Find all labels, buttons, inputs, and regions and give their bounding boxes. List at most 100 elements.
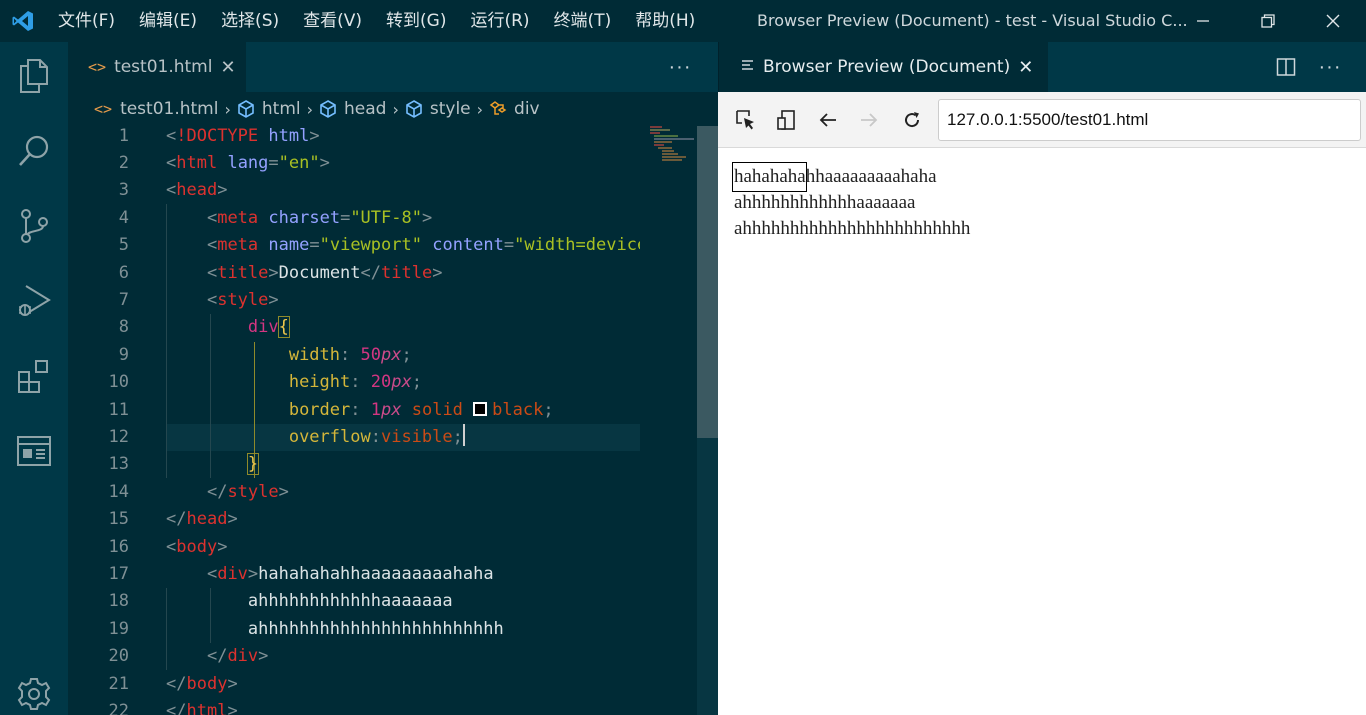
menu-view[interactable]: 查看(V) [291, 0, 374, 42]
chevron-right-icon: › [306, 99, 314, 119]
more-actions-icon[interactable]: ··· [665, 52, 695, 82]
line-number: 8 [118, 317, 129, 337]
breadcrumb: <> test01.html › html › head › style › d… [68, 92, 718, 126]
code-line-3: <head> [166, 180, 228, 200]
menu-run[interactable]: 运行(R) [458, 0, 541, 42]
line-number: 21 [108, 674, 129, 694]
breadcrumb-head[interactable]: head [344, 99, 386, 119]
code-line-13: } [246, 453, 260, 475]
code-lines[interactable]: <!DOCTYPE html> <html lang="en"> <head> … [166, 126, 640, 715]
html-file-icon: <> [94, 100, 113, 118]
browser-preview-content: hahahahahhaaaaaaaaahaha ahhhhhhhhhhhhaaaa… [718, 148, 1366, 715]
menu-selection[interactable]: 选择(S) [209, 0, 291, 42]
menu-file[interactable]: 文件(F) [46, 0, 127, 42]
symbol-class-icon [487, 98, 509, 120]
breadcrumb-html[interactable]: html [262, 99, 301, 119]
url-input[interactable]: 127.0.0.1:5500/test01.html [938, 99, 1361, 141]
code-line-18: ahhhhhhhhhhhhaaaaaaa [247, 591, 453, 611]
close-tab-icon[interactable]: ✕ [1018, 57, 1033, 78]
line-number: 13 [108, 454, 129, 474]
code-line-15: </head> [166, 509, 238, 529]
symbol-element-icon [317, 98, 339, 120]
line-number: 19 [108, 619, 129, 639]
symbol-element-icon [403, 98, 425, 120]
title-bar: 文件(F) 编辑(E) 选择(S) 查看(V) 转到(G) 运行(R) 终端(T… [0, 0, 1366, 42]
rendered-div-text: hahahahahhaaaaaaaaahaha ahhhhhhhhhhhhaaaa… [734, 166, 971, 239]
line-number-gutter: 1 2 3 4 5 6 7 8 9 10 11 12 13 14 15 16 1… [68, 126, 158, 715]
code-line-2: <html lang="en"> [166, 153, 330, 173]
code-line-11: border: 1px solid black; [288, 400, 554, 420]
search-icon[interactable] [14, 131, 54, 171]
menu-go[interactable]: 转到(G) [374, 0, 458, 42]
line-number: 12 [108, 427, 129, 447]
tab-browser-preview[interactable]: Browser Preview (Document) ✕ [719, 42, 1048, 92]
preview-tab-bar: Browser Preview (Document) ✕ ··· [718, 42, 1366, 92]
code-line-12: overflow:visible; [166, 424, 465, 451]
preview-tab-icon [741, 58, 755, 77]
code-line-19: ahhhhhhhhhhhhhhhhhhhhhhhh [247, 619, 504, 639]
more-actions-icon[interactable]: ··· [1315, 52, 1345, 82]
activity-bar [0, 42, 68, 715]
editor-tab-bar: <> test01.html ✕ ··· [68, 42, 718, 92]
window-title: Browser Preview (Document) - test - Visu… [757, 11, 1188, 30]
symbol-element-icon [235, 98, 257, 120]
text-cursor [462, 424, 465, 446]
code-line-5: <meta name="viewport" content="width=dev… [206, 235, 640, 255]
chevron-right-icon: › [476, 99, 484, 119]
close-window-button[interactable] [1310, 0, 1356, 42]
restore-button[interactable] [1245, 0, 1291, 42]
line-number: 11 [108, 400, 129, 420]
code-line-9: width: 50px; [288, 345, 412, 365]
chevron-right-icon: › [392, 99, 399, 119]
breadcrumb-file[interactable]: test01.html [120, 99, 218, 119]
inspect-icon[interactable] [732, 106, 760, 134]
line-number: 3 [118, 180, 129, 200]
line-number: 1 [118, 126, 129, 146]
line-number: 5 [118, 235, 129, 255]
device-emulation-icon[interactable] [773, 106, 801, 134]
line-number: 20 [108, 646, 129, 666]
minimize-button[interactable] [1180, 0, 1226, 42]
line-number: 7 [118, 290, 129, 310]
chevron-right-icon: › [224, 99, 231, 119]
menu-help[interactable]: 帮助(H) [623, 0, 707, 42]
line-number: 14 [108, 482, 129, 502]
code-line-1: <!DOCTYPE html> [166, 126, 320, 146]
forward-arrow-icon[interactable] [855, 106, 883, 134]
line-number: 16 [108, 537, 129, 557]
line-number: 6 [118, 263, 129, 283]
code-line-16: <body> [166, 537, 228, 557]
source-control-icon[interactable] [14, 206, 54, 246]
code-line-4: <meta charset="UTF-8"> [206, 208, 433, 228]
browser-preview-icon[interactable] [14, 431, 54, 471]
line-number: 17 [108, 564, 129, 584]
refresh-icon[interactable] [898, 106, 926, 134]
settings-gear-icon[interactable] [14, 674, 54, 714]
preview-tab-label: Browser Preview (Document) [763, 57, 1011, 77]
line-number: 2 [118, 153, 129, 173]
color-swatch[interactable] [473, 402, 488, 416]
back-arrow-icon[interactable] [814, 106, 842, 134]
html-file-icon: <> [88, 58, 107, 76]
breadcrumb-style[interactable]: style [430, 99, 471, 119]
run-debug-icon[interactable] [14, 281, 54, 321]
breadcrumb-div[interactable]: div [514, 99, 540, 119]
scrollbar-thumb[interactable] [697, 126, 718, 438]
line-number: 9 [118, 345, 129, 365]
code-line-7: <style> [206, 290, 279, 310]
preview-toolbar: 127.0.0.1:5500/test01.html [718, 92, 1366, 148]
menu-terminal[interactable]: 终端(T) [542, 0, 624, 42]
tab-test01-html[interactable]: <> test01.html ✕ [68, 42, 246, 92]
code-line-17: <div>hahahahahhaaaaaaaaahaha [206, 564, 494, 584]
code-line-22: </html> [166, 701, 238, 715]
line-number: 15 [108, 509, 129, 529]
split-editor-icon[interactable] [1271, 52, 1301, 82]
code-line-14: </style> [206, 482, 289, 502]
close-tab-icon[interactable]: ✕ [220, 57, 235, 78]
extensions-icon[interactable] [14, 356, 54, 396]
menu-edit[interactable]: 编辑(E) [127, 0, 209, 42]
code-editor[interactable]: 1 2 3 4 5 6 7 8 9 10 11 12 13 14 15 16 1… [68, 126, 718, 715]
code-line-10: height: 20px; [288, 372, 422, 392]
line-number: 22 [108, 701, 129, 715]
explorer-icon[interactable] [14, 56, 54, 96]
